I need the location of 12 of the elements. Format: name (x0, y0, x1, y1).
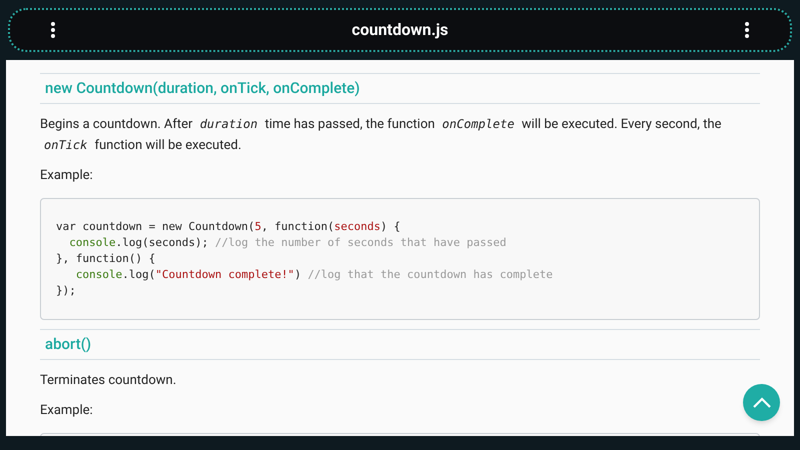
section-heading: new Countdown(duration, onTick, onComplete) (40, 73, 760, 104)
menu-icon[interactable] (50, 22, 56, 38)
section-heading: abort() (40, 329, 760, 360)
example-label: Example: (40, 402, 94, 420)
description-text: Begins a countdown. After duration time has passed, the function onComplete will be executed. Every second, the onTick function will be executed. (40, 116, 722, 154)
description-text: Terminates countdown. (40, 372, 178, 390)
more-icon[interactable] (744, 22, 750, 38)
chevron-up-icon (752, 396, 772, 408)
scroll-top-button[interactable] (743, 384, 780, 421)
example-label: Example: (40, 166, 94, 184)
app-title: countdown.js (352, 19, 448, 41)
code-block: var countdown = new Countdown(5, function(seconds) { console.log(seconds); //log the number of seconds that have passed }, function() { console.log("Countdown complete!") //log that the countdown has complete }); (40, 198, 760, 320)
